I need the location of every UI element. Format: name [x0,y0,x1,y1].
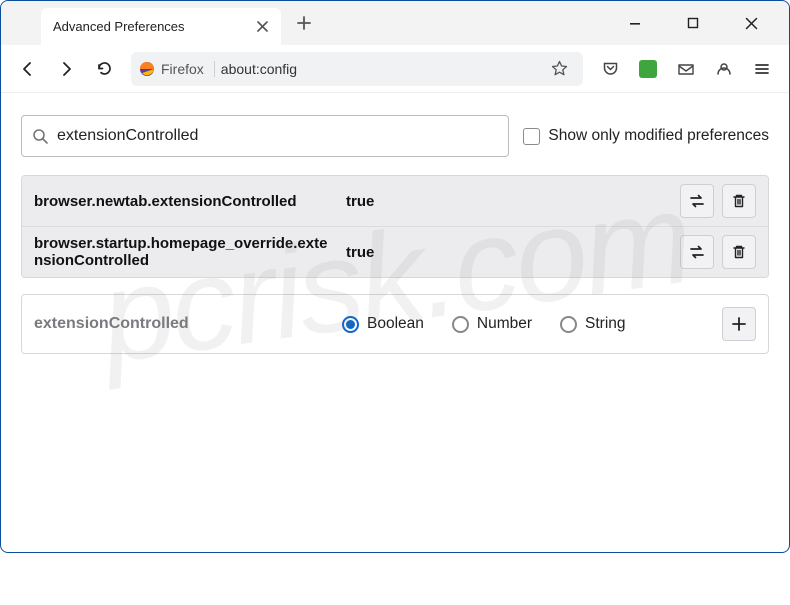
radio-number[interactable]: Number [452,315,532,333]
account-icon[interactable] [707,52,741,86]
show-modified-checkbox[interactable]: Show only modified preferences [523,127,769,145]
table-row[interactable]: browser.startup.homepage_override.extens… [22,226,768,277]
checkbox-icon [523,128,540,145]
new-pref-row: extensionControlled Boolean Number Strin… [21,294,769,354]
radio-string[interactable]: String [560,315,626,333]
minimize-button[interactable] [615,3,655,43]
search-icon [32,128,49,145]
delete-button[interactable] [722,184,756,218]
results-table: browser.newtab.extensionControlled true … [21,175,769,278]
pocket-icon[interactable] [593,52,627,86]
toggle-icon [688,243,706,261]
plus-icon [731,316,747,332]
radio-icon [342,316,359,333]
radio-icon [452,316,469,333]
delete-button[interactable] [722,235,756,269]
pref-value: true [346,244,668,261]
type-radio-group: Boolean Number String [342,315,704,333]
toggle-button[interactable] [680,184,714,218]
tab-title: Advanced Preferences [53,19,253,34]
tab-advanced-preferences[interactable]: Advanced Preferences [41,8,281,45]
toggle-icon [688,192,706,210]
trash-icon [731,193,747,209]
radio-icon [560,316,577,333]
radio-label: Number [477,315,532,333]
pref-name: browser.startup.homepage_override.extens… [34,235,334,269]
close-window-button[interactable] [731,3,771,43]
navigation-toolbar: Firefox about:config [1,45,789,93]
reload-button[interactable] [87,52,121,86]
window-controls [615,3,789,43]
radio-label: String [585,315,626,333]
identity-box[interactable]: Firefox [139,61,215,77]
pref-name: browser.newtab.extensionControlled [34,193,334,210]
radio-label: Boolean [367,315,424,333]
new-tab-button[interactable] [287,6,321,40]
url-bar[interactable]: Firefox about:config [131,52,583,86]
pref-value: true [346,193,668,210]
search-box[interactable] [21,115,509,157]
bookmark-star-icon[interactable] [551,60,575,77]
firefox-icon [139,61,155,77]
add-button[interactable] [722,307,756,341]
trash-icon [731,244,747,260]
table-row[interactable]: browser.newtab.extensionControlled true [22,176,768,226]
content-area: Show only modified preferences browser.n… [1,93,789,552]
url-text: about:config [221,61,545,77]
toggle-button[interactable] [680,235,714,269]
identity-label: Firefox [161,61,204,77]
extension-icon[interactable] [631,52,665,86]
show-modified-label: Show only modified preferences [548,127,769,145]
search-input[interactable] [57,127,498,145]
new-pref-name: extensionControlled [34,315,324,333]
titlebar: Advanced Preferences [1,1,789,45]
forward-button[interactable] [49,52,83,86]
maximize-button[interactable] [673,3,713,43]
back-button[interactable] [11,52,45,86]
close-icon[interactable] [253,18,271,36]
inbox-icon[interactable] [669,52,703,86]
radio-boolean[interactable]: Boolean [342,315,424,333]
menu-button[interactable] [745,52,779,86]
